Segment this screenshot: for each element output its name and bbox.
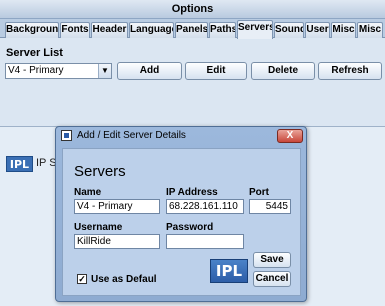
ipl-logo: IPL [6, 156, 33, 172]
chevron-down-icon[interactable]: ▼ [98, 64, 111, 78]
port-field[interactable]: 5445 [249, 199, 291, 214]
name-label: Name [74, 187, 102, 198]
dialog-body: Servers Name V4 - Primary IP Address 68.… [62, 148, 301, 296]
use-default-checkbox[interactable]: ✓ [77, 274, 87, 284]
save-button[interactable]: Save [253, 252, 291, 268]
tab-misc-2[interactable]: Misc [357, 22, 383, 38]
ipl-logo-large: IPL [210, 259, 248, 283]
tab-servers[interactable]: Servers [237, 20, 273, 39]
server-list-label: Server List [6, 47, 63, 59]
tab-user[interactable]: User [305, 22, 330, 38]
server-details-dialog: Add / Edit Server Details X Servers Name… [55, 126, 307, 302]
server-select-value: V4 - Primary [8, 65, 64, 76]
username-field[interactable]: KillRide [74, 234, 160, 249]
dialog-title: Add / Edit Server Details [77, 130, 186, 141]
dialog-heading: Servers [74, 163, 126, 180]
port-label: Port [249, 187, 269, 198]
edit-button[interactable]: Edit [185, 62, 247, 80]
password-label: Password [166, 222, 214, 233]
tab-language[interactable]: Language [129, 22, 174, 38]
tab-header[interactable]: Header [91, 22, 128, 38]
ip-address-label: IP Address [166, 187, 218, 198]
tab-fonts[interactable]: Fonts [60, 22, 90, 38]
window-icon [61, 130, 72, 141]
dialog-titlebar[interactable]: Add / Edit Server Details X [56, 127, 306, 145]
tab-panels[interactable]: Panels [175, 22, 208, 38]
delete-button[interactable]: Delete [251, 62, 315, 80]
ip-address-field[interactable]: 68.228.161.110 [166, 199, 244, 214]
cancel-button[interactable]: Cancel [253, 271, 291, 287]
server-select[interactable]: V4 - Primary ▼ [5, 63, 112, 79]
password-field[interactable] [166, 234, 244, 249]
window-title: Options [0, 0, 385, 19]
tab-misc[interactable]: Misc [331, 22, 356, 38]
use-default-label: Use as Defaul [91, 274, 157, 285]
tab-paths[interactable]: Paths [209, 22, 236, 38]
close-button[interactable]: X [277, 129, 303, 143]
add-button[interactable]: Add [117, 62, 182, 80]
name-field[interactable]: V4 - Primary [74, 199, 160, 214]
tab-sound[interactable]: Sound [274, 22, 304, 38]
username-label: Username [74, 222, 123, 233]
refresh-button[interactable]: Refresh [318, 62, 382, 80]
tab-strip: Background Fonts Header Language Panels … [0, 19, 385, 39]
tab-background[interactable]: Background [5, 22, 59, 38]
